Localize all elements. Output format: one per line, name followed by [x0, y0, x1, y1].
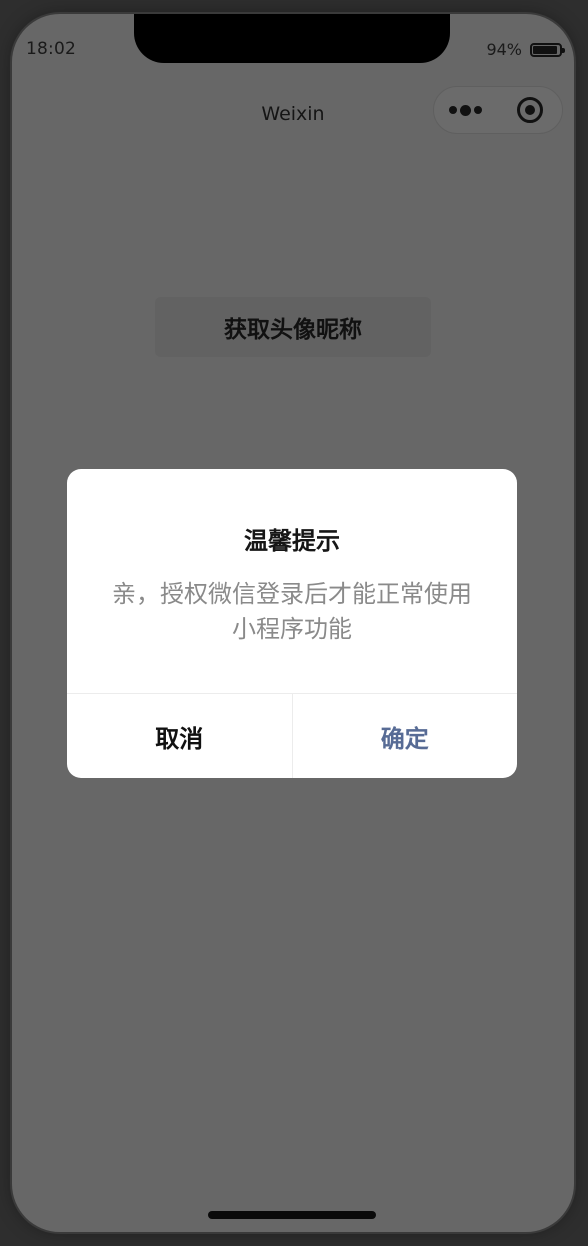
page: 18:02 94% Weixin 获取头像昵称 温馨提示 亲，授权微信登录后才能… — [0, 0, 588, 1246]
more-button[interactable] — [434, 87, 498, 133]
modal-content: 亲，授权微信登录后才能正常使用小程序功能 — [112, 580, 472, 643]
dot-left — [449, 106, 458, 114]
more-dots-icon — [449, 104, 483, 116]
status-time: 18:02 — [26, 39, 76, 59]
home-indicator[interactable] — [208, 1211, 376, 1219]
battery-cap — [562, 47, 565, 53]
battery-percent: 94% — [486, 40, 522, 59]
cancel-button[interactable]: 取消 — [67, 694, 293, 778]
capsule-menu — [433, 86, 563, 134]
modal-footer: 取消 确定 — [67, 693, 517, 778]
get-avatar-nickname-button[interactable]: 获取头像昵称 — [155, 297, 431, 357]
status-right: 94% — [486, 40, 565, 59]
target-inner — [525, 105, 536, 115]
auth-modal: 温馨提示 亲，授权微信登录后才能正常使用小程序功能 取消 确定 — [67, 469, 517, 778]
dot-middle — [460, 104, 472, 116]
close-miniprogram-button[interactable] — [499, 87, 563, 133]
confirm-button[interactable]: 确定 — [293, 694, 518, 778]
battery-icon — [530, 42, 565, 57]
modal-title: 温馨提示 — [244, 527, 340, 555]
target-circle-icon — [517, 97, 544, 123]
notch — [134, 14, 450, 63]
phone-screen: 18:02 94% Weixin 获取头像昵称 温馨提示 亲，授权微信登录后才能… — [12, 14, 574, 1232]
battery-fill — [533, 45, 558, 54]
dot-right — [474, 106, 483, 114]
